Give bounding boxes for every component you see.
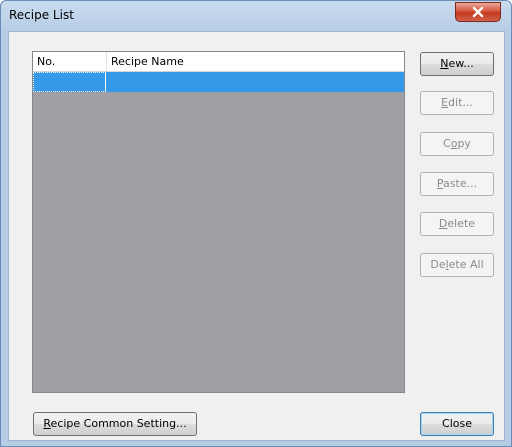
column-header-no[interactable]: No. [33,52,107,71]
close-x-icon [472,6,484,18]
title-bar: Recipe List [1,1,511,31]
dialog-client-area: No. Recipe Name New... Edit... Copy Past… [8,31,505,441]
cell-no [33,72,106,92]
delete-button[interactable]: Delete [420,212,494,236]
copy-button[interactable]: Copy [420,132,494,156]
delete-all-button[interactable]: Delete All [420,253,494,277]
edit-button[interactable]: Edit... [420,91,494,115]
window-title: Recipe List [9,8,74,22]
recipe-list-window: Recipe List No. Recipe Name New... Edit.… [0,0,512,447]
recipe-common-setting-button[interactable]: Recipe Common Setting... [33,412,197,436]
column-header-recipe-name[interactable]: Recipe Name [107,52,404,71]
close-button[interactable]: Close [420,412,494,436]
new-button[interactable]: New... [420,52,494,76]
recipe-list[interactable]: No. Recipe Name [32,51,405,393]
window-close-button[interactable] [455,2,501,22]
paste-button[interactable]: Paste... [420,172,494,196]
table-row-selected[interactable] [33,72,404,92]
list-header: No. Recipe Name [33,52,404,72]
